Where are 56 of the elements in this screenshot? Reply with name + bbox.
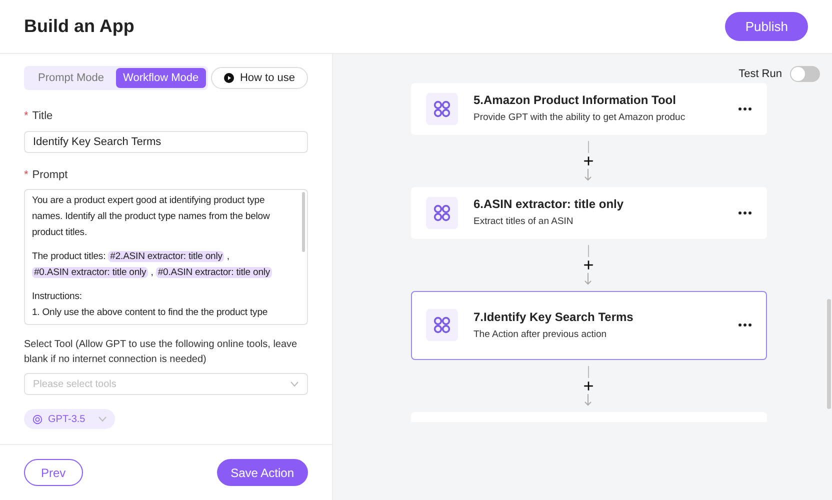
step-description: Extract titles of an ASIN [474,215,574,230]
play-icon [224,73,234,83]
how-to-use-button[interactable]: How to use [210,67,308,89]
four-petal-icon [432,204,450,222]
more-options-icon[interactable] [738,323,752,327]
connector-line [588,140,589,152]
prompt-textarea[interactable] [24,189,308,325]
connector-line [588,366,589,378]
model-select[interactable]: GPT-3.5 [24,409,116,429]
prompt-text: You are a product expert good at identifying product type names. Identify all the product type names from the below product titles. [32,195,271,238]
variable-chip[interactable]: #2.ASIN extractor: title only [108,251,224,262]
page-title: Build an App [24,15,134,38]
step-title: 5.Amazon Product Information Tool [474,92,677,110]
title-input[interactable]: Identify Key Search Terms [24,130,308,152]
four-petal-icon [432,316,450,334]
four-petal-icon [432,100,450,118]
required-mark: * [24,109,28,124]
chevron-down-icon [290,381,299,387]
publish-button[interactable]: Publish [725,12,808,41]
required-mark: * [24,168,28,182]
prompt-text: The product titles: [32,251,107,262]
save-action-button[interactable]: Save Action [216,459,308,486]
down-arrow-icon [584,272,592,284]
step-card[interactable]: 5.Amazon Product Information Tool Provide GPT with the ability to get Amazon produc [410,82,766,134]
test-run-toggle[interactable] [790,66,820,82]
field-label: Title [32,109,53,124]
step-title: 6.ASIN extractor: title only [474,196,625,214]
prompt-text: , [226,251,230,262]
variable-chip[interactable]: #0.ASIN extractor: title only [32,267,148,278]
mode-tab[interactable]: Workflow Mode [116,68,206,88]
step-description: The Action after previous action [474,328,608,342]
step-card[interactable]: 7.Identify Key Search Terms The Action after previous action [410,290,766,360]
tool-label: Select Tool (Allow GPT to use the following online tools, leave blank if no internet connection is needed) [24,338,298,367]
chevron-down-icon [98,416,108,422]
model-logo-icon [32,414,43,424]
add-step-button[interactable]: + [583,256,594,272]
field-label: Prompt [32,168,68,182]
mode-tab[interactable]: Prompt Mode [26,68,116,88]
prompt-text: 1. Only use the above content to find the the product type [32,307,268,318]
add-step-button[interactable]: + [583,378,594,394]
add-step-button[interactable]: + [583,152,594,168]
more-options-icon[interactable] [738,210,752,214]
prompt-text: Instructions: [32,291,82,302]
down-arrow-icon [584,168,592,180]
down-arrow-icon [584,394,592,406]
connector-line [588,244,589,256]
prev-button[interactable]: Prev [24,459,83,486]
step-description: Provide GPT with the ability to get Amazon produc [474,111,686,126]
variable-chip[interactable]: #0.ASIN extractor: title only [156,267,272,278]
test-run-label: Test Run [738,67,782,82]
prompt-text: , [150,267,154,278]
tool-placeholder: Please select tools [33,378,116,392]
scrollbar-thumb [302,192,305,252]
more-options-icon[interactable] [738,106,752,110]
step-title: 7.Identify Key Search Terms [474,308,634,326]
step-card[interactable]: 6.ASIN extractor: title only Extract titles of an ASIN [410,186,766,238]
